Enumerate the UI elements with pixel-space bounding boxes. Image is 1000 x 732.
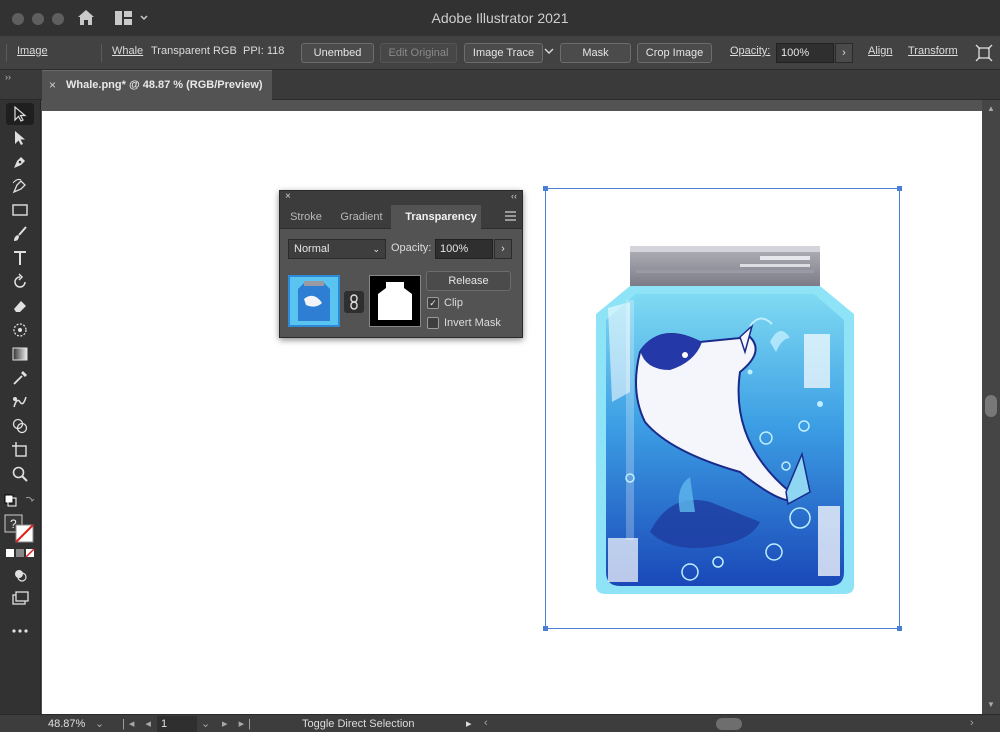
panel-opacity-arrow-icon[interactable]: ›	[494, 239, 512, 259]
panel-header[interactable]: × ‹‹	[280, 191, 522, 205]
type-tool-icon[interactable]	[6, 247, 34, 269]
tools-panel: ?	[0, 100, 41, 714]
close-tab-icon[interactable]: ×	[49, 78, 56, 92]
artboard-dropdown-icon[interactable]: ⌄	[201, 717, 210, 730]
mask-button[interactable]: Mask	[560, 43, 631, 63]
direct-selection-tool-icon[interactable]	[6, 127, 34, 149]
vertical-scroll-thumb[interactable]	[985, 395, 997, 417]
edit-original-button[interactable]: Edit Original	[380, 43, 457, 63]
next-last-artboard-icons[interactable]: ▸ ▸|	[222, 717, 255, 730]
status-menu-icon[interactable]: ▸	[466, 717, 472, 730]
horizontal-scroll-thumb[interactable]	[716, 718, 742, 730]
crop-image-button[interactable]: Crop Image	[637, 43, 712, 63]
panel-opacity-label: Opacity:	[391, 242, 432, 254]
chevron-down-icon: ⌄	[372, 244, 380, 254]
mask-thumbnail[interactable]	[369, 275, 421, 327]
collapse-panels-icon[interactable]: ››	[5, 72, 11, 82]
workspace-layout-icon[interactable]	[114, 9, 150, 27]
selection-handle[interactable]	[543, 186, 548, 191]
collapse-panel-icon[interactable]: ‹‹	[511, 191, 517, 201]
scroll-left-icon[interactable]: ‹	[484, 717, 488, 729]
gradient-tool-icon[interactable]	[6, 343, 34, 365]
panel-tabs: Stroke Gradient Transparency	[280, 205, 522, 229]
curvature-tool-icon[interactable]	[6, 175, 34, 197]
window-title: Adobe Illustrator 2021	[431, 10, 569, 26]
pen-tool-icon[interactable]	[6, 151, 34, 173]
invert-mask-checkbox[interactable]	[427, 317, 439, 329]
home-icon[interactable]	[76, 8, 96, 28]
close-window-button[interactable]	[12, 13, 24, 25]
scroll-down-icon[interactable]: ▼	[987, 700, 995, 709]
rotate-tool-icon[interactable]	[6, 271, 34, 293]
artwork-thumbnail[interactable]	[288, 275, 340, 327]
eraser-tool-icon[interactable]	[6, 295, 34, 317]
selection-handle[interactable]	[543, 626, 548, 631]
edit-toolbar-icon[interactable]	[6, 620, 34, 642]
tab-transparency-label: Transparency	[405, 211, 477, 223]
document-tab-strip: ›› × Whale.png* @ 48.87 % (RGB/Preview)	[0, 70, 1000, 100]
isolate-icon[interactable]	[975, 44, 993, 65]
status-text: Toggle Direct Selection	[302, 718, 415, 730]
selection-bounding-box[interactable]	[543, 186, 902, 631]
rectangle-tool-icon[interactable]	[6, 199, 34, 221]
close-panel-icon[interactable]: ×	[285, 191, 291, 202]
align-link[interactable]: Align	[868, 45, 892, 57]
color-mode-icons[interactable]	[5, 548, 37, 561]
artboard-number-field[interactable]: 1	[157, 716, 197, 732]
linked-file-name[interactable]: Whale	[112, 45, 143, 57]
control-bar: Image Whale Transparent RGB PPI: 118 Une…	[0, 36, 1000, 70]
opacity-label[interactable]: Opacity:	[730, 45, 770, 57]
blend-mode-value: Normal	[294, 243, 330, 255]
selection-handle[interactable]	[897, 186, 902, 191]
selection-handle[interactable]	[897, 626, 902, 631]
selection-tool-icon[interactable]	[6, 103, 34, 125]
fill-stroke-swatch-icon[interactable]: ?	[4, 514, 38, 547]
clip-label: Clip	[444, 297, 463, 309]
default-fill-stroke-icon[interactable]	[4, 494, 36, 511]
image-trace-button[interactable]: Image Trace	[464, 43, 543, 63]
tab-stroke[interactable]: Stroke	[280, 205, 332, 229]
tab-gradient[interactable]: Gradient	[332, 205, 391, 229]
title-bar: Adobe Illustrator 2021	[0, 0, 1000, 36]
screen-mode-icon[interactable]	[6, 588, 34, 610]
tab-transparency[interactable]: Transparency	[391, 205, 481, 229]
image-trace-dropdown-icon[interactable]	[544, 46, 554, 59]
paintbrush-tool-icon[interactable]	[6, 223, 34, 245]
clip-checkbox[interactable]: ✓	[427, 297, 439, 309]
minimize-window-button[interactable]	[32, 13, 44, 25]
transparency-panel: × ‹‹ Stroke Gradient Transparency Normal…	[279, 190, 523, 338]
vertical-scrollbar[interactable]: ▲ ▼	[982, 100, 1000, 714]
document-tab[interactable]: × Whale.png* @ 48.87 % (RGB/Preview)	[42, 70, 272, 100]
blend-mode-select[interactable]: Normal ⌄	[288, 239, 386, 259]
panel-opacity-input[interactable]: 100%	[435, 239, 493, 259]
scroll-up-icon[interactable]: ▲	[987, 104, 995, 113]
scroll-right-icon[interactable]: ›	[970, 717, 974, 729]
zoom-window-button[interactable]	[52, 13, 64, 25]
zoom-level-field[interactable]: 48.87%	[44, 716, 92, 732]
opacity-arrow-icon[interactable]: ›	[835, 43, 853, 63]
status-bar: 48.87% ⌄ |◂ ◂ 1 ⌄ ▸ ▸| Toggle Direct Sel…	[0, 714, 1000, 732]
invert-mask-label: Invert Mask	[444, 317, 501, 329]
unembed-button[interactable]: Unembed	[301, 43, 374, 63]
eyedropper-tool-icon[interactable]	[6, 367, 34, 389]
puppet-warp-tool-icon[interactable]	[6, 319, 34, 341]
release-button[interactable]: Release	[426, 271, 511, 291]
ppi-value: PPI: 118	[243, 45, 285, 57]
zoom-tool-icon[interactable]	[6, 463, 34, 485]
panel-menu-icon[interactable]	[505, 211, 516, 221]
opacity-input[interactable]: 100%	[776, 43, 834, 63]
draw-mode-icon[interactable]	[6, 564, 34, 586]
document-tab-label: Whale.png* @ 48.87 % (RGB/Preview)	[66, 79, 263, 91]
zoom-dropdown-icon[interactable]: ⌄	[95, 717, 104, 730]
transform-link[interactable]: Transform	[908, 45, 958, 57]
shape-builder-tool-icon[interactable]	[6, 415, 34, 437]
first-previous-artboard-icons[interactable]: |◂ ◂	[122, 717, 155, 730]
blend-tool-icon[interactable]	[6, 391, 34, 413]
object-type-link[interactable]: Image	[17, 45, 48, 57]
color-mode: Transparent RGB	[151, 45, 237, 57]
artboard-tool-icon[interactable]	[6, 439, 34, 461]
link-icon[interactable]	[344, 291, 364, 313]
